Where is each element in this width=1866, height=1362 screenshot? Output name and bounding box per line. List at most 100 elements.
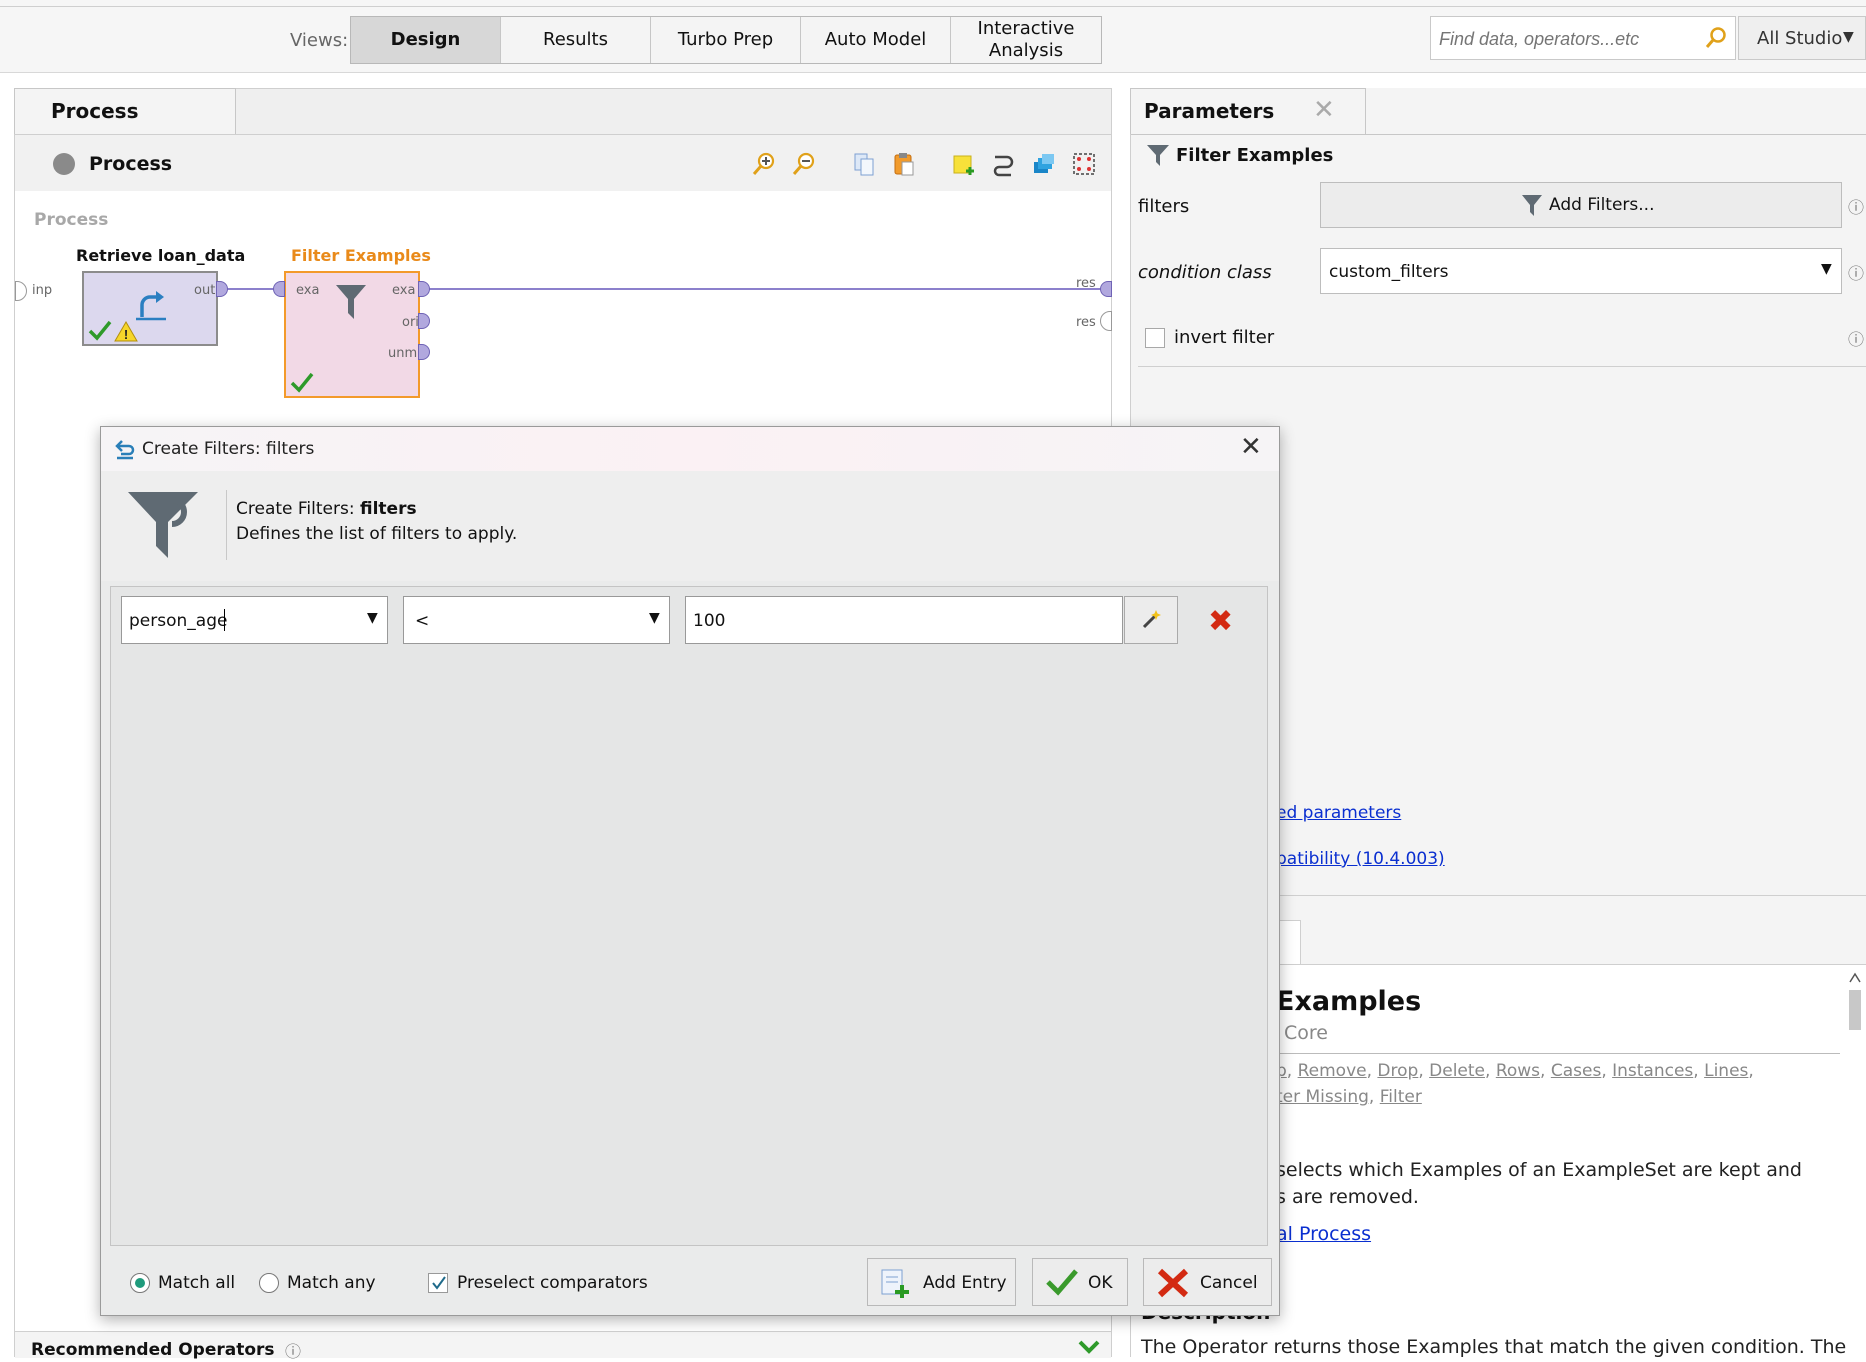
tutorial-process-link[interactable]: al Process: [1276, 1223, 1371, 1245]
check-icon: [88, 320, 112, 341]
port-label-ori: ori: [402, 315, 419, 330]
ok-button[interactable]: OK: [1032, 1258, 1128, 1306]
global-search-field[interactable]: [1430, 16, 1736, 60]
recommended-operators-bar[interactable]: Recommended Operators ⓘ: [15, 1331, 1111, 1361]
filter-attribute-combobox[interactable]: person_age ▼: [121, 596, 388, 644]
port-exa-in[interactable]: [273, 281, 285, 297]
tab-parameters[interactable]: Parameters ✕: [1130, 88, 1366, 134]
help-tag[interactable]: Lines: [1704, 1061, 1748, 1081]
help-tag[interactable]: Rows: [1496, 1061, 1540, 1081]
help-tag[interactable]: Filter: [1380, 1087, 1422, 1107]
condition-class-select[interactable]: custom_filters ▼: [1320, 248, 1842, 294]
chevron-down-icon[interactable]: ▼: [367, 610, 378, 626]
match-any-radio[interactable]: [259, 1273, 279, 1293]
help-synopsis: selects which Examples of an ExampleSet …: [1276, 1157, 1802, 1211]
studio-scope-select[interactable]: All Studio ▼: [1738, 16, 1866, 60]
magic-wand-icon: [1142, 610, 1161, 629]
remove-filter-icon[interactable]: ✖: [1208, 604, 1233, 639]
studio-scope-value: All Studio: [1757, 28, 1843, 49]
tab-help[interactable]: [1278, 920, 1301, 965]
dialog-description: Defines the list of filters to apply.: [236, 524, 518, 544]
app-icon: [115, 440, 135, 460]
operator-title-retrieve: Retrieve loan_data: [76, 246, 246, 265]
cancel-button[interactable]: Cancel: [1143, 1258, 1272, 1306]
check-icon: [1046, 1269, 1078, 1296]
filter-icon: [128, 492, 198, 558]
filter-operator-select[interactable]: < ▼: [403, 596, 670, 644]
match-all-radio[interactable]: [130, 1273, 150, 1293]
search-icon[interactable]: [1704, 26, 1728, 50]
dialog-heading: Create Filters: filters: [236, 499, 417, 519]
value-helper-button[interactable]: [1124, 596, 1178, 644]
divider: [1131, 134, 1866, 135]
operator-retrieve-loan-data[interactable]: out !: [82, 271, 218, 346]
info-icon[interactable]: ⓘ: [1848, 194, 1864, 218]
help-tags: p, Remove, Drop, Delete, Rows, Cases, In…: [1276, 1061, 1754, 1107]
condition-class-label: condition class: [1138, 262, 1272, 283]
text-cursor: [224, 609, 225, 631]
chevron-down-icon: ▼: [649, 610, 660, 626]
chevron-down-icon: ▼: [1821, 261, 1832, 277]
global-search-input[interactable]: [1437, 25, 1691, 53]
preselect-comparators-checkbox[interactable]: [428, 1273, 448, 1293]
check-icon: [290, 372, 314, 393]
checkmark-icon: [432, 1276, 446, 1290]
cancel-icon: [1157, 1268, 1189, 1298]
info-icon[interactable]: ⓘ: [285, 1338, 301, 1362]
invert-filter-label: invert filter: [1174, 327, 1275, 348]
add-entry-button[interactable]: Add Entry: [867, 1258, 1016, 1306]
parameters-operator-name: Filter Examples: [1176, 145, 1334, 166]
dialog-title: Create Filters: filters: [142, 439, 315, 459]
help-synopsis-line: s are removed.: [1276, 1186, 1419, 1208]
port-label-exa-in: exa: [296, 283, 320, 298]
port-label-out: out: [194, 283, 216, 298]
operator-filter-examples[interactable]: exa exa ori unm: [284, 271, 420, 398]
help-tag[interactable]: Remove: [1298, 1061, 1367, 1081]
res-port-label-1: res: [1076, 276, 1096, 291]
info-icon[interactable]: ⓘ: [1848, 326, 1864, 350]
match-all-label[interactable]: Match all: [158, 1273, 235, 1293]
add-filters-button[interactable]: Add Filters...: [1320, 182, 1842, 228]
invert-filter-checkbox[interactable]: [1145, 328, 1165, 348]
warning-icon: !: [114, 321, 138, 342]
change-compatibility-link[interactable]: patibility (10.4.003): [1276, 849, 1445, 869]
port-label-unm: unm: [388, 346, 418, 361]
cancel-button-label: Cancel: [1200, 1273, 1258, 1293]
help-synopsis-line: selects which Examples of an ExampleSet …: [1276, 1159, 1802, 1181]
retrieve-icon: [136, 291, 166, 321]
show-advanced-parameters-link[interactable]: ed parameters: [1276, 803, 1401, 823]
help-tag[interactable]: ter Missing: [1276, 1087, 1369, 1107]
close-icon[interactable]: ✕: [1313, 95, 1335, 125]
close-icon[interactable]: ✕: [1240, 432, 1262, 462]
recommended-operators-label: Recommended Operators: [31, 1340, 275, 1360]
filter-value-text: 100: [693, 611, 726, 631]
res-port-label-2: res: [1076, 315, 1096, 330]
help-operator-group: Core: [1284, 1022, 1328, 1044]
add-entry-icon: [881, 1269, 909, 1298]
add-filters-button-label: Add Filters...: [1549, 195, 1655, 215]
help-tag[interactable]: Instances: [1612, 1061, 1693, 1081]
filter-value-field[interactable]: 100: [685, 596, 1123, 644]
divider: [226, 490, 227, 560]
connection-wires: [224, 288, 1102, 290]
dialog-heading-prefix: Create Filters:: [236, 499, 360, 519]
help-tag[interactable]: Cases: [1551, 1061, 1601, 1081]
svg-text:!: !: [124, 327, 128, 342]
filter-operator-value: <: [415, 611, 430, 631]
help-scrollbar[interactable]: [1848, 968, 1862, 1357]
info-icon[interactable]: ⓘ: [1848, 260, 1864, 284]
help-operator-title: Examples: [1276, 986, 1422, 1017]
process-result-port-1[interactable]: [1100, 281, 1112, 297]
help-tag[interactable]: Delete: [1429, 1061, 1485, 1081]
help-description-text: The Operator returns those Examples that…: [1141, 1336, 1847, 1358]
match-any-label[interactable]: Match any: [287, 1273, 376, 1293]
help-tag[interactable]: Drop: [1377, 1061, 1418, 1081]
divider: [1138, 366, 1866, 367]
chevron-down-icon[interactable]: [1077, 1338, 1101, 1356]
filter-icon: [1522, 195, 1542, 216]
condition-class-value: custom_filters: [1329, 262, 1449, 282]
filters-param-label: filters: [1138, 196, 1190, 217]
preselect-comparators-label[interactable]: Preselect comparators: [457, 1273, 648, 1293]
ok-button-label: OK: [1088, 1273, 1113, 1293]
divider: [1276, 1053, 1840, 1054]
